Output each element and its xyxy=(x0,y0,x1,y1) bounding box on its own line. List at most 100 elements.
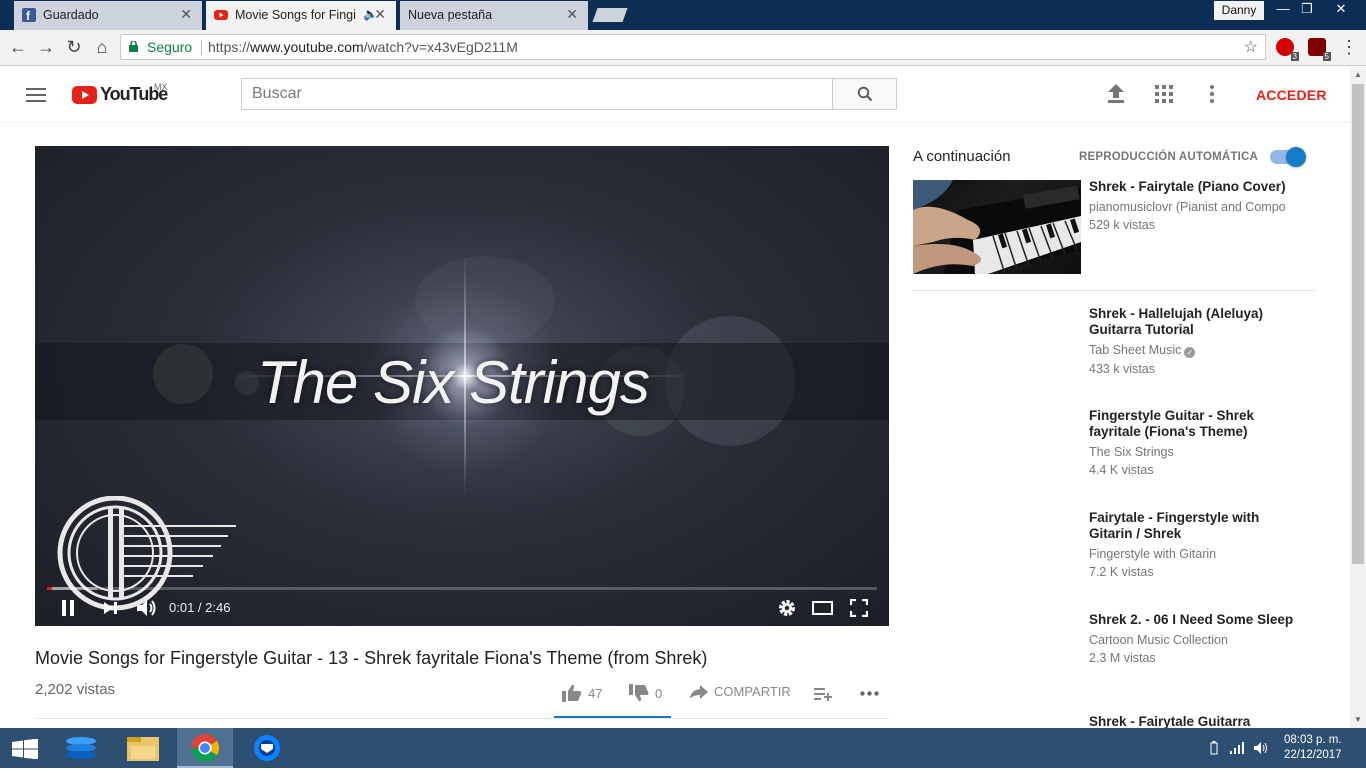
address-bar[interactable]: Seguro https://www.youtube.com/watch?v=x… xyxy=(120,34,1266,60)
share-button[interactable]: COMPARTIR xyxy=(690,684,791,699)
taskbar-clock[interactable]: 08:03 p. m. 22/12/2017 xyxy=(1284,733,1342,763)
rec-views: 4.4 K vistas xyxy=(1089,463,1154,477)
toggle-knob xyxy=(1286,147,1306,167)
recommended-video[interactable]: Fingerstyle Guitar - Shrek fayritale (Fi… xyxy=(1089,408,1299,477)
more-horiz-icon[interactable] xyxy=(860,691,880,696)
rec-channel: The Six Strings xyxy=(1089,445,1174,459)
recommended-video[interactable]: Shrek 2. - 06 I Need Some Sleep Cartoon … xyxy=(1089,612,1299,665)
tab-youtube[interactable]: Movie Songs for Fingi 🔈 ✕ xyxy=(206,1,396,30)
time-display: 0:01 / 2:46 xyxy=(169,600,231,615)
tab-guardado[interactable]: f Guardado ✕ xyxy=(14,1,202,30)
tab-strip: f Guardado ✕ Movie Songs for Fingi 🔈 ✕ N… xyxy=(0,0,1366,30)
rec-views: 7.2 K vistas xyxy=(1089,565,1154,579)
rec-views: 433 k vistas xyxy=(1089,362,1156,376)
youtube-logo[interactable]: YouTube MX xyxy=(72,82,172,106)
facebook-icon: f xyxy=(22,8,36,23)
video-title: Movie Songs for Fingerstyle Guitar - 13 … xyxy=(35,648,708,668)
windows-taskbar: 08:03 p. m. 22/12/2017 xyxy=(0,728,1366,768)
close-tab-icon[interactable]: ✕ xyxy=(374,6,386,23)
system-tray[interactable] xyxy=(1210,741,1269,758)
close-window-icon[interactable]: ✕ xyxy=(1328,0,1354,20)
rec-channel: pianomusiclovr (Pianist and Compo xyxy=(1089,200,1286,214)
volume-tray-icon xyxy=(1253,742,1267,754)
reload-icon[interactable]: ↻ xyxy=(63,36,85,58)
rec-title: Shrek - Hallelujah (Aleluya) Guitarra Tu… xyxy=(1089,306,1264,337)
rec-channel: Tab Sheet Music ✓ xyxy=(1089,343,1299,358)
url-text[interactable]: https://www.youtube.com/watch?v=x43vEgD2… xyxy=(208,39,518,55)
taskbar-app-stack-icon[interactable] xyxy=(54,728,110,768)
rec-title: Fairytale - Fingerstyle with Gitarin / S… xyxy=(1089,510,1260,541)
apps-icon[interactable] xyxy=(1155,85,1173,103)
youtube-play-icon xyxy=(72,86,97,104)
windows-start-icon[interactable] xyxy=(12,739,38,759)
profile-button[interactable]: Danny xyxy=(1214,1,1264,20)
youtube-masthead: YouTube MX Buscar ACCEDER xyxy=(0,67,1350,123)
recommended-video[interactable]: Fairytale - Fingerstyle with Gitarin / S… xyxy=(1089,510,1299,579)
verified-icon: ✓ xyxy=(1184,347,1196,358)
volume-icon[interactable] xyxy=(136,598,158,618)
view-count: 2,202 vistas xyxy=(35,681,116,698)
youtube-icon xyxy=(214,8,228,22)
divider xyxy=(913,290,1315,291)
chrome-taskbar-icon[interactable] xyxy=(177,728,233,768)
scroll-up-icon[interactable]: ▲ xyxy=(1354,70,1362,79)
secure-label: Seguro xyxy=(147,39,193,55)
share-icon xyxy=(690,684,708,699)
like-button[interactable]: 47 xyxy=(562,684,602,702)
add-to-playlist-icon[interactable] xyxy=(814,687,832,701)
theater-mode-icon[interactable] xyxy=(812,600,834,616)
next-icon[interactable] xyxy=(102,600,118,616)
dislike-count: 0 xyxy=(655,685,663,701)
rec-views: 529 k vistas xyxy=(1089,218,1156,232)
rec-title: Shrek 2. - 06 I Need Some Sleep xyxy=(1089,612,1294,627)
dislike-button[interactable]: 0 xyxy=(629,684,662,702)
ublock-icon[interactable]: 5 xyxy=(1308,38,1331,61)
video-player[interactable]: The Six Strings 0:01 / 2:46 xyxy=(35,146,889,626)
tab-title: Nueva pestaña xyxy=(408,8,493,22)
minimize-icon[interactable]: — xyxy=(1270,0,1296,20)
video-thumbnail[interactable] xyxy=(913,180,1081,274)
fullscreen-icon[interactable] xyxy=(850,599,868,617)
country-code: MX xyxy=(154,82,168,92)
up-next-heading: A continuación xyxy=(913,148,1011,165)
piano-thumbnail-art xyxy=(913,180,1081,274)
forward-icon[interactable]: → xyxy=(35,36,57,58)
pause-icon[interactable] xyxy=(61,600,75,616)
lock-icon xyxy=(129,41,138,52)
clock-time: 08:03 p. m. xyxy=(1284,734,1342,746)
adblock-icon[interactable]: 3 xyxy=(1276,38,1299,61)
like-count: 47 xyxy=(588,685,603,701)
recommended-video[interactable]: Shrek - Hallelujah (Aleluya) Guitarra Tu… xyxy=(1089,306,1299,376)
progress-bar[interactable] xyxy=(47,587,877,590)
thunderbird-icon[interactable] xyxy=(239,728,295,768)
close-tab-icon[interactable]: ✕ xyxy=(566,6,578,23)
home-icon[interactable]: ⌂ xyxy=(91,36,113,58)
recommended-video[interactable]: Shrek - Fairytale Guitarra xyxy=(1089,714,1299,728)
upload-icon[interactable] xyxy=(1107,84,1125,104)
scroll-down-icon[interactable]: ▼ xyxy=(1354,715,1362,724)
svg-text:f: f xyxy=(26,9,31,22)
battery-icon xyxy=(1210,741,1218,755)
search-button[interactable] xyxy=(832,78,897,110)
search-input[interactable]: Buscar xyxy=(241,78,833,110)
url-host: www.youtube.com xyxy=(250,39,364,55)
tab-new[interactable]: Nueva pestaña ✕ xyxy=(400,1,588,30)
file-explorer-icon[interactable] xyxy=(115,728,171,768)
chrome-menu-icon[interactable]: ⋮ xyxy=(1338,36,1360,58)
scrollbar-thumb[interactable] xyxy=(1352,84,1364,564)
recommended-video[interactable]: Shrek - Fairytale (Piano Cover) pianomus… xyxy=(1089,179,1299,232)
back-icon[interactable]: ← xyxy=(7,36,29,58)
url-path: /watch?v=x43vEgD211M xyxy=(363,39,518,55)
more-vert-icon[interactable] xyxy=(1209,85,1215,103)
thumbs-down-icon xyxy=(629,684,649,702)
progress-fill xyxy=(47,587,52,590)
settings-gear-icon[interactable] xyxy=(777,598,797,618)
restore-icon[interactable]: ❐ xyxy=(1294,0,1320,20)
autoplay-toggle[interactable] xyxy=(1270,147,1306,167)
close-tab-icon[interactable]: ✕ xyxy=(180,6,192,23)
bookmark-star-icon[interactable]: ☆ xyxy=(1244,37,1258,57)
new-tab-button[interactable] xyxy=(592,8,628,22)
menu-icon[interactable] xyxy=(26,88,46,102)
signin-button[interactable]: ACCEDER xyxy=(1256,87,1327,103)
video-actions: 47 0 COMPARTIR xyxy=(554,680,894,720)
